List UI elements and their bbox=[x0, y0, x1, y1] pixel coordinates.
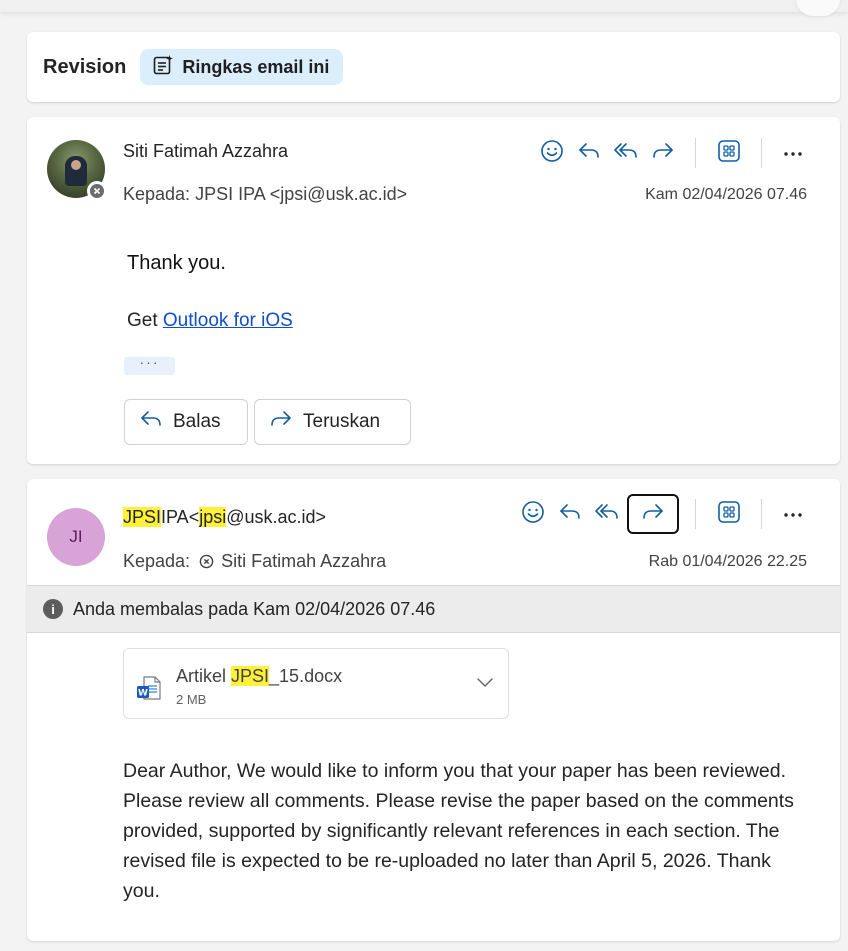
reply-info-bar: i Anda membalas pada Kam 02/04/2026 07.4… bbox=[27, 585, 840, 633]
sender-address[interactable]: JPSIIPA<jpsi@usk.ac.id> bbox=[123, 507, 326, 528]
show-quoted-text-button[interactable]: ··· bbox=[124, 355, 175, 375]
outlook-ios-link[interactable]: Outlook for iOS bbox=[163, 310, 293, 331]
attachment-size: 2 MB bbox=[176, 692, 207, 707]
forward-pill-label: Teruskan bbox=[303, 411, 381, 432]
reply-all-icon bbox=[613, 139, 639, 168]
signature-prefix: Get bbox=[127, 310, 158, 331]
word-document-icon: W bbox=[136, 675, 162, 706]
more-actions-button[interactable] bbox=[776, 497, 810, 531]
apps-button[interactable] bbox=[710, 497, 747, 531]
reply-button[interactable] bbox=[570, 136, 607, 170]
react-button[interactable] bbox=[533, 136, 570, 170]
summarize-email-button[interactable]: Ringkas email ini bbox=[140, 49, 344, 85]
top-bar-control[interactable] bbox=[796, 0, 840, 16]
reply-icon bbox=[139, 407, 163, 437]
summarize-email-label: Ringkas email ini bbox=[182, 56, 330, 77]
reply-all-icon bbox=[594, 500, 620, 529]
divider bbox=[761, 499, 762, 529]
message-body: Dear Author, We would like to inform you… bbox=[123, 760, 794, 902]
message-card-1: Siti Fatimah Azzahra Kepada: JPSI IPA <j… bbox=[27, 117, 840, 464]
message-actions bbox=[533, 136, 810, 170]
forward-button[interactable] bbox=[644, 136, 681, 170]
forward-pill-button[interactable]: Teruskan bbox=[254, 399, 411, 445]
smiley-icon bbox=[540, 139, 564, 168]
chevron-down-icon[interactable] bbox=[476, 675, 494, 693]
presence-offline-icon bbox=[87, 181, 107, 201]
more-icon bbox=[783, 505, 803, 523]
forward-button[interactable] bbox=[627, 494, 679, 534]
forward-icon bbox=[269, 407, 293, 437]
sender-text: IPA< bbox=[161, 507, 200, 527]
reply-pill-button[interactable]: Balas bbox=[124, 399, 248, 445]
apps-grid-icon bbox=[717, 139, 741, 168]
to-prefix: Kepada: bbox=[123, 184, 191, 204]
recipient[interactable]: JPSI IPA <jpsi@usk.ac.id> bbox=[195, 184, 407, 204]
top-bar bbox=[0, 0, 848, 16]
recipient-line: Kepada: Siti Fatimah Azzahra bbox=[123, 551, 386, 574]
reply-button[interactable] bbox=[551, 497, 588, 531]
message-date: Rab 01/04/2026 22.25 bbox=[648, 553, 807, 570]
info-icon: i bbox=[43, 599, 63, 619]
forward-icon bbox=[641, 500, 665, 529]
presence-offline-icon bbox=[199, 553, 214, 574]
message-body-line: Thank you. bbox=[127, 252, 226, 274]
search-highlight: jpsi bbox=[199, 507, 227, 527]
attachment-name: Artikel JPSI_15.docx bbox=[176, 666, 342, 687]
reply-icon bbox=[558, 500, 582, 529]
reply-pill-label: Balas bbox=[173, 411, 221, 432]
apps-button[interactable] bbox=[710, 136, 747, 170]
reply-info-text: Anda membalas pada Kam 02/04/2026 07.46 bbox=[73, 598, 436, 619]
attachment-name-text: Artikel bbox=[176, 666, 232, 686]
divider bbox=[761, 138, 762, 168]
apps-grid-icon bbox=[717, 500, 741, 529]
to-prefix: Kepada: bbox=[123, 551, 191, 571]
message-card-2: JI JPSIIPA<jpsi@usk.ac.id> Kepada: Siti … bbox=[27, 479, 840, 941]
message-date: Kam 02/04/2026 07.46 bbox=[645, 186, 807, 203]
sender-text: @usk.ac.id> bbox=[226, 507, 327, 527]
recipient-line: Kepada: JPSI IPA <jpsi@usk.ac.id> bbox=[123, 184, 407, 205]
divider bbox=[695, 499, 696, 529]
more-actions-button[interactable] bbox=[776, 136, 810, 170]
reply-icon bbox=[577, 139, 601, 168]
forward-icon bbox=[651, 139, 675, 168]
attachment-name-text: _15.docx bbox=[269, 666, 343, 686]
search-highlight: JPSI bbox=[231, 666, 270, 686]
copilot-summary-icon bbox=[152, 54, 174, 81]
attachment-card[interactable]: W Artikel JPSI_15.docx 2 MB bbox=[123, 648, 509, 719]
email-subject: Revision bbox=[43, 55, 127, 78]
divider bbox=[695, 138, 696, 168]
subject-header: Revision Ringkas email ini bbox=[27, 32, 840, 102]
message-actions bbox=[514, 494, 810, 534]
svg-text:W: W bbox=[138, 689, 148, 699]
recipient[interactable]: Siti Fatimah Azzahra bbox=[221, 551, 386, 571]
sender-name[interactable]: Siti Fatimah Azzahra bbox=[123, 141, 288, 162]
signature: Get Outlook for iOS bbox=[127, 310, 293, 332]
reply-all-button[interactable] bbox=[607, 136, 644, 170]
react-button[interactable] bbox=[514, 497, 551, 531]
more-icon bbox=[783, 144, 803, 162]
reply-all-button[interactable] bbox=[588, 497, 625, 531]
sender-initials-avatar[interactable]: JI bbox=[47, 508, 105, 566]
search-highlight: JPSI bbox=[123, 507, 162, 527]
smiley-icon bbox=[521, 500, 545, 529]
